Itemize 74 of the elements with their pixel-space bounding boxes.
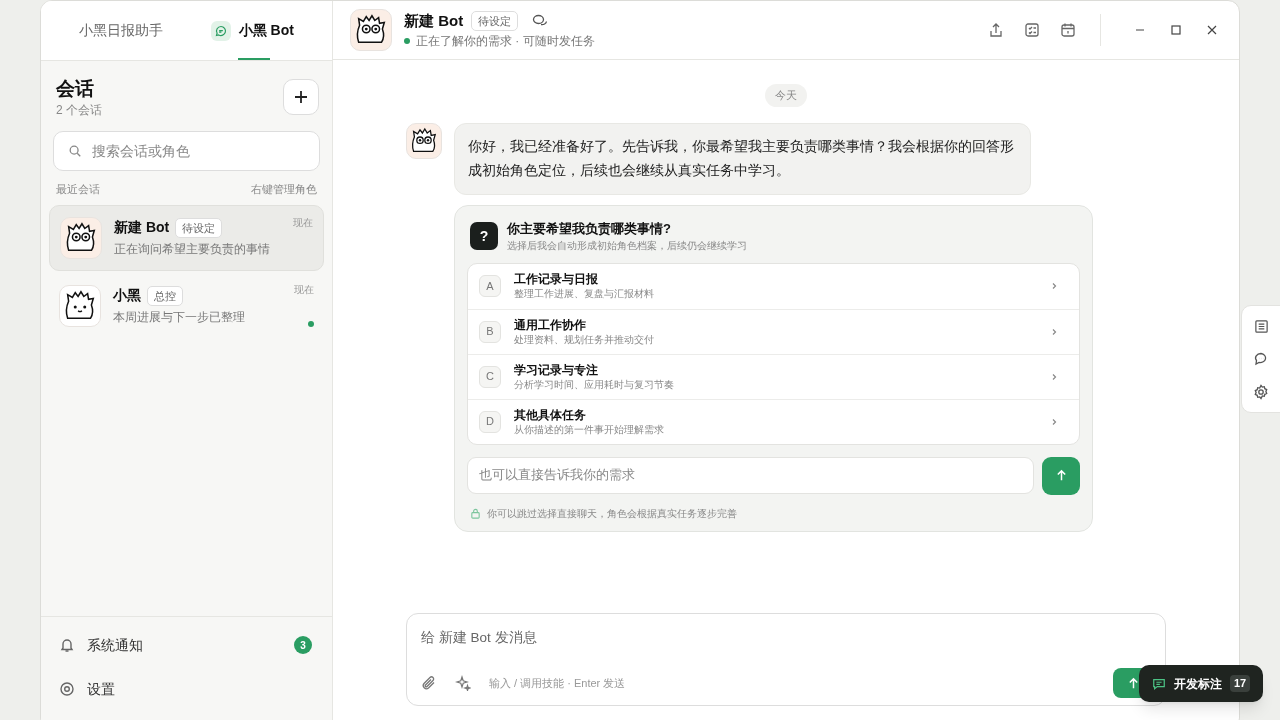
section-label: 最近会话 [56, 182, 100, 197]
answer-input-field[interactable]: 也可以直接告诉我你的需求 [479, 465, 1022, 485]
option-item[interactable]: A 工作记录与日报 整理工作进展、复盘与汇报材料 [468, 263, 1079, 309]
annotation-count: 17 [1230, 675, 1251, 692]
conversation-name: 新建 Bot [114, 218, 170, 237]
conversation-time: 现在 [294, 282, 314, 297]
search-field[interactable]: 搜索会话或角色 [92, 140, 305, 162]
avatar-icon [59, 284, 101, 327]
avatar-icon [60, 216, 102, 259]
list-icon[interactable] [1253, 318, 1269, 334]
comment-icon [1152, 676, 1166, 691]
bell-icon [59, 637, 75, 653]
chevron-right-icon [1050, 327, 1058, 336]
option-letter: A [479, 275, 501, 297]
conversation-count: 2 个会话 [56, 102, 102, 119]
notification-count-badge: 3 [294, 636, 312, 654]
search-box[interactable]: 搜索会话或角色 [53, 131, 320, 171]
question-title: 你主要希望我负责哪类事情? [507, 219, 672, 238]
chevron-right-icon [1050, 417, 1058, 426]
chevron-right-icon [1050, 282, 1058, 290]
chat-tag: 待设定 [471, 11, 519, 31]
option-description: 从你描述的第一件事开始理解需求 [514, 422, 665, 437]
conversation-preview: 正在询问希望主要负责的事情 [114, 241, 270, 258]
new-conversation-button[interactable] [283, 79, 319, 115]
sidebar-title: 会话 [56, 77, 95, 101]
maximize-icon[interactable] [1169, 23, 1183, 37]
option-title: 通用工作协作 [514, 316, 587, 333]
sidebar-footer-item[interactable]: 设置 [59, 667, 314, 711]
option-letter: B [479, 320, 501, 343]
option-title: 其他具体任务 [514, 406, 587, 423]
sparkle-icon[interactable] [455, 675, 471, 692]
conversation-item[interactable]: 新建 Bot 待设定 正在询问希望主要负责的事情 现在 [49, 204, 324, 271]
conversation-time: 现在 [293, 215, 313, 230]
bot-message: 你好，我已经准备好了。先告诉我，你最希望我主要负责哪类事情？我会根据你的回答形成初始角色定位，后续也会继续从真实任务中学习。 [454, 122, 1031, 195]
section-hint: 右键管理角色 [251, 182, 317, 197]
bot-avatar-icon [406, 122, 442, 159]
bot-avatar-icon [350, 9, 392, 51]
plus-icon [293, 89, 309, 105]
composer-hint: 输入 / 调用技能 · Enter 发送 [489, 676, 626, 691]
chevron-right-icon [1050, 372, 1058, 381]
paperclip-icon[interactable] [421, 675, 437, 692]
option-title: 工作记录与日报 [514, 271, 599, 287]
calendar-icon[interactable] [1060, 22, 1076, 38]
option-description: 处理资料、规划任务并推动交付 [514, 332, 655, 347]
close-icon[interactable] [1205, 23, 1219, 37]
sidebar-footer-item[interactable]: 系统通知 3 [59, 623, 314, 667]
option-description: 整理工作进展、复盘与汇报材料 [514, 287, 655, 301]
conversation-item[interactable]: 小黑 总控 本周进展与下一步已整理 现在 [49, 272, 324, 339]
search-icon [68, 144, 82, 158]
chat-bubbles-icon[interactable] [1253, 350, 1269, 367]
option-item[interactable]: B 通用工作协作 处理资料、规划任务并推动交付 [468, 308, 1079, 354]
lock-icon [470, 507, 481, 519]
conversation-tag: 待设定 [175, 217, 223, 238]
conversation-tag: 总控 [147, 285, 183, 306]
checklist-icon[interactable] [1024, 22, 1040, 38]
question-note: 你可以跳过选择直接聊天，角色会根据真实任务逐步完善 [487, 506, 737, 521]
answer-box[interactable]: 也可以直接告诉我你的需求 [467, 456, 1034, 494]
conversation-name: 小黑 [113, 286, 141, 305]
option-description: 分析学习时间、应用耗时与复习节奏 [514, 377, 675, 392]
conversation-preview: 本周进展与下一步已整理 [113, 309, 245, 326]
option-title: 学习记录与专注 [514, 361, 599, 378]
message-input[interactable]: 给 新建 Bot 发消息 [421, 628, 1151, 649]
option-letter: C [479, 365, 501, 388]
option-letter: D [479, 410, 501, 433]
question-subtitle: 选择后我会自动形成初始角色档案，后续仍会继续学习 [507, 238, 747, 253]
dev-annotation-toast[interactable]: 开发标注 17 [1139, 665, 1264, 702]
option-item[interactable]: D 其他具体任务 从你描述的第一件事开始理解需求 [468, 398, 1079, 444]
question-icon: ? [470, 222, 498, 250]
chat-title: 新建 Bot [404, 10, 464, 31]
share-icon[interactable] [988, 22, 1004, 38]
chat-status: 正在了解你的需求 · 可随时发任务 [416, 33, 595, 51]
app-tab[interactable]: 小黑 Bot [192, 1, 312, 60]
option-item[interactable]: C 学习记录与专注 分析学习时间、应用耗时与复习节奏 [468, 353, 1079, 399]
app-tab[interactable]: 小黑日报助手 [61, 1, 181, 60]
